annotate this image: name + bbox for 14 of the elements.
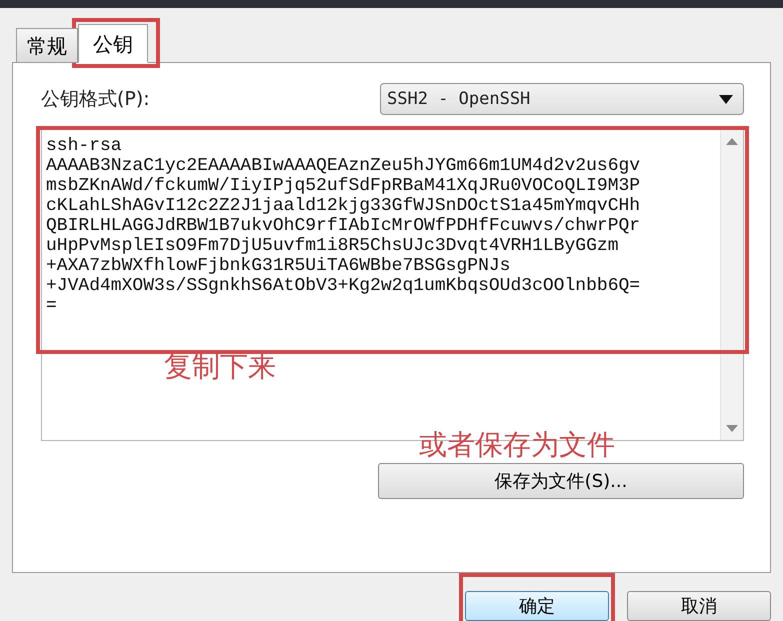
- scroll-down-icon[interactable]: [726, 425, 738, 432]
- cancel-button[interactable]: 取消: [627, 591, 771, 621]
- annotation-text: 复制下来: [164, 349, 276, 385]
- ok-button[interactable]: 确定: [465, 591, 609, 621]
- key-format-label: 公钥格式(P):: [41, 87, 150, 112]
- tab[interactable]: 公钥: [78, 24, 148, 63]
- annotation-text: 或者保存为文件: [419, 427, 615, 463]
- scroll-up-icon[interactable]: [726, 138, 738, 145]
- scrollbar[interactable]: [720, 130, 743, 440]
- save-to-file-button[interactable]: 保存为文件(S)...: [378, 463, 744, 499]
- caret-icon: [719, 94, 733, 104]
- key-format-dropdown[interactable]: SSH2 - OpenSSH: [380, 83, 744, 115]
- tab[interactable]: 常规: [16, 28, 78, 63]
- public-key-text: ssh-rsa AAAAB3NzaC1yc2EAAAABIwAAAQEAznZeu5hJYGm66m1UM4d2v2us6gv msbZKnAWd/fckumW/IiyIPjq52ufSdFpRBaM41XqJRu0VOCoQLI9M3P cKLahLShAGvI12c2Z2J1jaald12kjg33GfWJSnDOctS1a45mYmqvCHh QBIRLHLAGGJdRBW1B7ukvOhC9rfIAbIcMrOWfPDHfFcuwvs/chwrPQr uHpPvMsplEIsO9Fm7DjU5uvfm1i8R5ChsUJc3Dvqt4VRH1LByGGzm +AXA7zbWXfhlowFjbnkG31R5UiTA6WBbe7BSGsgPNJs +JVAd4mXOW3s/SSgnkhS6AtObV3+Kg2w2q1umKbqsOUd3cOOlnbb6Q= =: [45, 135, 642, 318]
